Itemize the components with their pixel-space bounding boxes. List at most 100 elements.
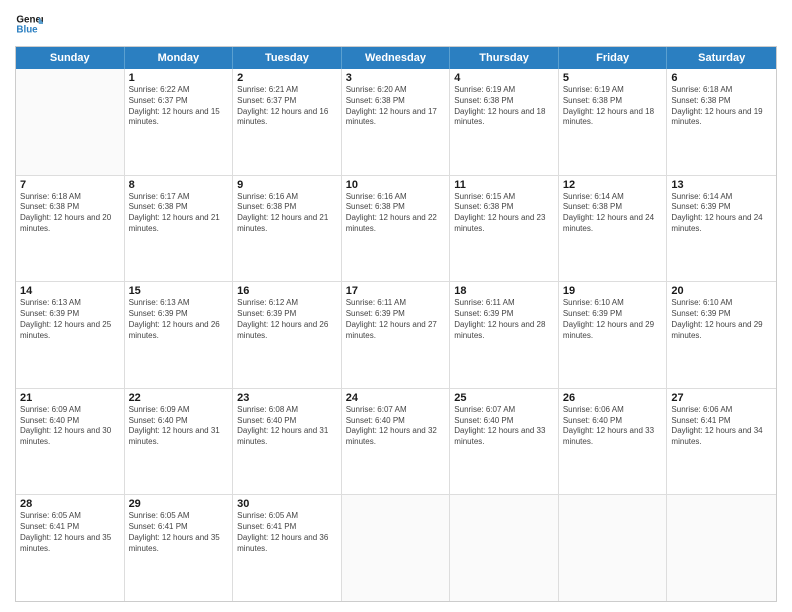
day-number: 15: [129, 285, 229, 297]
cell-info: Sunrise: 6:22 AMSunset: 6:37 PMDaylight:…: [129, 85, 229, 128]
day-number: 9: [237, 179, 337, 191]
day-number: 30: [237, 498, 337, 510]
calendar-cell: [667, 495, 776, 601]
calendar-cell: 22Sunrise: 6:09 AMSunset: 6:40 PMDayligh…: [125, 389, 234, 495]
cell-info: Sunrise: 6:18 AMSunset: 6:38 PMDaylight:…: [20, 192, 120, 235]
day-number: 23: [237, 392, 337, 404]
day-number: 8: [129, 179, 229, 191]
cell-info: Sunrise: 6:07 AMSunset: 6:40 PMDaylight:…: [346, 405, 446, 448]
weekday-header: Wednesday: [342, 47, 451, 69]
cell-info: Sunrise: 6:13 AMSunset: 6:39 PMDaylight:…: [129, 298, 229, 341]
day-number: 26: [563, 392, 663, 404]
day-number: 6: [671, 72, 772, 84]
weekday-header: Friday: [559, 47, 668, 69]
calendar-row: 28Sunrise: 6:05 AMSunset: 6:41 PMDayligh…: [16, 495, 776, 601]
calendar-cell: 30Sunrise: 6:05 AMSunset: 6:41 PMDayligh…: [233, 495, 342, 601]
cell-info: Sunrise: 6:16 AMSunset: 6:38 PMDaylight:…: [237, 192, 337, 235]
calendar-cell: 8Sunrise: 6:17 AMSunset: 6:38 PMDaylight…: [125, 176, 234, 282]
calendar-cell: [16, 69, 125, 175]
day-number: 25: [454, 392, 554, 404]
logo-icon: General Blue: [15, 10, 43, 38]
day-number: 11: [454, 179, 554, 191]
calendar-cell: 2Sunrise: 6:21 AMSunset: 6:37 PMDaylight…: [233, 69, 342, 175]
day-number: 18: [454, 285, 554, 297]
calendar-cell: 28Sunrise: 6:05 AMSunset: 6:41 PMDayligh…: [16, 495, 125, 601]
calendar-cell: 29Sunrise: 6:05 AMSunset: 6:41 PMDayligh…: [125, 495, 234, 601]
cell-info: Sunrise: 6:13 AMSunset: 6:39 PMDaylight:…: [20, 298, 120, 341]
calendar-row: 14Sunrise: 6:13 AMSunset: 6:39 PMDayligh…: [16, 282, 776, 389]
day-number: 13: [671, 179, 772, 191]
cell-info: Sunrise: 6:09 AMSunset: 6:40 PMDaylight:…: [20, 405, 120, 448]
cell-info: Sunrise: 6:08 AMSunset: 6:40 PMDaylight:…: [237, 405, 337, 448]
calendar-cell: 16Sunrise: 6:12 AMSunset: 6:39 PMDayligh…: [233, 282, 342, 388]
day-number: 19: [563, 285, 663, 297]
calendar-cell: 17Sunrise: 6:11 AMSunset: 6:39 PMDayligh…: [342, 282, 451, 388]
calendar-cell: 12Sunrise: 6:14 AMSunset: 6:38 PMDayligh…: [559, 176, 668, 282]
calendar-cell: 7Sunrise: 6:18 AMSunset: 6:38 PMDaylight…: [16, 176, 125, 282]
calendar-cell: 26Sunrise: 6:06 AMSunset: 6:40 PMDayligh…: [559, 389, 668, 495]
calendar-header: SundayMondayTuesdayWednesdayThursdayFrid…: [16, 47, 776, 69]
cell-info: Sunrise: 6:09 AMSunset: 6:40 PMDaylight:…: [129, 405, 229, 448]
cell-info: Sunrise: 6:05 AMSunset: 6:41 PMDaylight:…: [20, 511, 120, 554]
day-number: 16: [237, 285, 337, 297]
cell-info: Sunrise: 6:18 AMSunset: 6:38 PMDaylight:…: [671, 85, 772, 128]
weekday-header: Sunday: [16, 47, 125, 69]
day-number: 4: [454, 72, 554, 84]
calendar-cell: 20Sunrise: 6:10 AMSunset: 6:39 PMDayligh…: [667, 282, 776, 388]
page-header: General Blue: [15, 10, 777, 38]
calendar-cell: 1Sunrise: 6:22 AMSunset: 6:37 PMDaylight…: [125, 69, 234, 175]
day-number: 17: [346, 285, 446, 297]
day-number: 24: [346, 392, 446, 404]
calendar-row: 21Sunrise: 6:09 AMSunset: 6:40 PMDayligh…: [16, 389, 776, 496]
cell-info: Sunrise: 6:07 AMSunset: 6:40 PMDaylight:…: [454, 405, 554, 448]
calendar-cell: 10Sunrise: 6:16 AMSunset: 6:38 PMDayligh…: [342, 176, 451, 282]
calendar-cell: 14Sunrise: 6:13 AMSunset: 6:39 PMDayligh…: [16, 282, 125, 388]
day-number: 2: [237, 72, 337, 84]
day-number: 1: [129, 72, 229, 84]
cell-info: Sunrise: 6:19 AMSunset: 6:38 PMDaylight:…: [563, 85, 663, 128]
calendar-cell: 19Sunrise: 6:10 AMSunset: 6:39 PMDayligh…: [559, 282, 668, 388]
cell-info: Sunrise: 6:20 AMSunset: 6:38 PMDaylight:…: [346, 85, 446, 128]
day-number: 21: [20, 392, 120, 404]
weekday-header: Saturday: [667, 47, 776, 69]
day-number: 20: [671, 285, 772, 297]
cell-info: Sunrise: 6:15 AMSunset: 6:38 PMDaylight:…: [454, 192, 554, 235]
calendar-cell: 11Sunrise: 6:15 AMSunset: 6:38 PMDayligh…: [450, 176, 559, 282]
calendar-cell: [342, 495, 451, 601]
cell-info: Sunrise: 6:11 AMSunset: 6:39 PMDaylight:…: [346, 298, 446, 341]
day-number: 14: [20, 285, 120, 297]
calendar-cell: 5Sunrise: 6:19 AMSunset: 6:38 PMDaylight…: [559, 69, 668, 175]
day-number: 12: [563, 179, 663, 191]
weekday-header: Tuesday: [233, 47, 342, 69]
calendar: SundayMondayTuesdayWednesdayThursdayFrid…: [15, 46, 777, 602]
cell-info: Sunrise: 6:21 AMSunset: 6:37 PMDaylight:…: [237, 85, 337, 128]
cell-info: Sunrise: 6:05 AMSunset: 6:41 PMDaylight:…: [237, 511, 337, 554]
cell-info: Sunrise: 6:11 AMSunset: 6:39 PMDaylight:…: [454, 298, 554, 341]
cell-info: Sunrise: 6:05 AMSunset: 6:41 PMDaylight:…: [129, 511, 229, 554]
calendar-cell: 3Sunrise: 6:20 AMSunset: 6:38 PMDaylight…: [342, 69, 451, 175]
calendar-cell: 27Sunrise: 6:06 AMSunset: 6:41 PMDayligh…: [667, 389, 776, 495]
weekday-header: Thursday: [450, 47, 559, 69]
cell-info: Sunrise: 6:14 AMSunset: 6:38 PMDaylight:…: [563, 192, 663, 235]
cell-info: Sunrise: 6:16 AMSunset: 6:38 PMDaylight:…: [346, 192, 446, 235]
calendar-cell: [450, 495, 559, 601]
cell-info: Sunrise: 6:10 AMSunset: 6:39 PMDaylight:…: [563, 298, 663, 341]
calendar-cell: 13Sunrise: 6:14 AMSunset: 6:39 PMDayligh…: [667, 176, 776, 282]
day-number: 3: [346, 72, 446, 84]
cell-info: Sunrise: 6:14 AMSunset: 6:39 PMDaylight:…: [671, 192, 772, 235]
cell-info: Sunrise: 6:19 AMSunset: 6:38 PMDaylight:…: [454, 85, 554, 128]
calendar-cell: 24Sunrise: 6:07 AMSunset: 6:40 PMDayligh…: [342, 389, 451, 495]
calendar-cell: 21Sunrise: 6:09 AMSunset: 6:40 PMDayligh…: [16, 389, 125, 495]
logo: General Blue: [15, 10, 43, 38]
cell-info: Sunrise: 6:06 AMSunset: 6:40 PMDaylight:…: [563, 405, 663, 448]
cell-info: Sunrise: 6:17 AMSunset: 6:38 PMDaylight:…: [129, 192, 229, 235]
calendar-cell: 18Sunrise: 6:11 AMSunset: 6:39 PMDayligh…: [450, 282, 559, 388]
day-number: 10: [346, 179, 446, 191]
cell-info: Sunrise: 6:06 AMSunset: 6:41 PMDaylight:…: [671, 405, 772, 448]
calendar-cell: [559, 495, 668, 601]
day-number: 7: [20, 179, 120, 191]
calendar-cell: 9Sunrise: 6:16 AMSunset: 6:38 PMDaylight…: [233, 176, 342, 282]
day-number: 22: [129, 392, 229, 404]
day-number: 27: [671, 392, 772, 404]
calendar-row: 1Sunrise: 6:22 AMSunset: 6:37 PMDaylight…: [16, 69, 776, 176]
